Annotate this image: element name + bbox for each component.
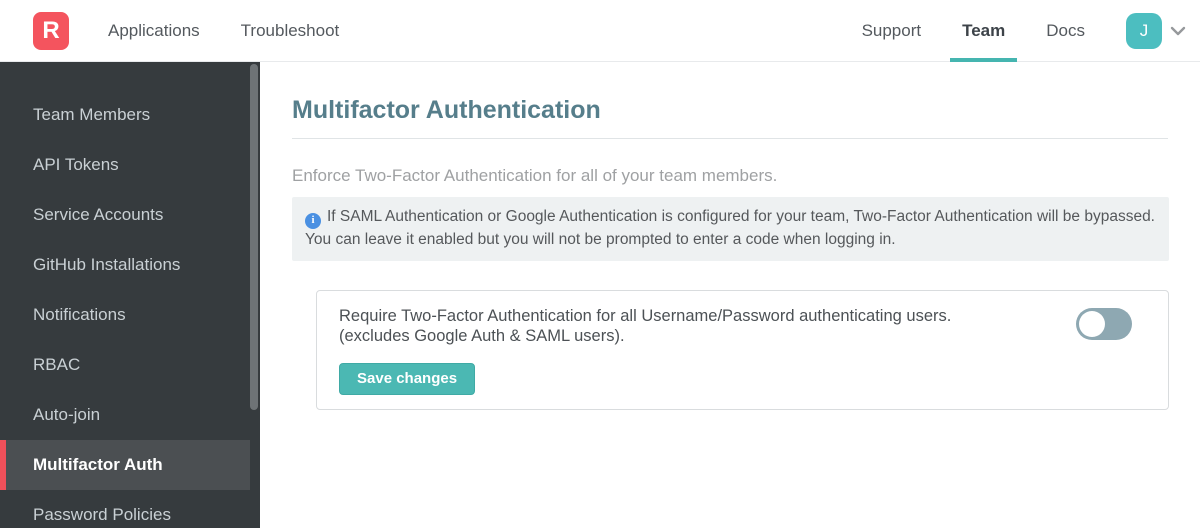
nav-item-applications[interactable]: Applications bbox=[108, 0, 200, 62]
info-icon: i bbox=[305, 212, 321, 229]
top-navigation-bar: R Applications Troubleshoot Support Team… bbox=[0, 0, 1200, 62]
sidebar-item-auto-join[interactable]: Auto-join bbox=[0, 390, 250, 440]
setting-label: Require Two-Factor Authentication for al… bbox=[339, 306, 1059, 346]
active-tab-underline bbox=[950, 57, 1018, 62]
sidebar-item-team-members[interactable]: Team Members bbox=[0, 90, 250, 140]
secondary-nav: Support Team Docs bbox=[862, 0, 1085, 62]
sidebar-item-api-tokens[interactable]: API Tokens bbox=[0, 140, 250, 190]
info-banner: i If SAML Authentication or Google Authen… bbox=[292, 196, 1169, 262]
nav-item-docs[interactable]: Docs bbox=[1046, 0, 1085, 62]
nav-item-team[interactable]: Team bbox=[950, 0, 1018, 62]
nav-item-troubleshoot[interactable]: Troubleshoot bbox=[241, 0, 340, 62]
chevron-down-icon[interactable] bbox=[1166, 19, 1190, 43]
setting-label-line2: (excludes Google Auth & SAML users). bbox=[339, 327, 625, 346]
primary-nav: Applications Troubleshoot bbox=[108, 0, 339, 62]
sidebar-item-notifications[interactable]: Notifications bbox=[0, 290, 250, 340]
sidebar-item-github-installations[interactable]: GitHub Installations bbox=[0, 240, 250, 290]
info-banner-text: If SAML Authentication or Google Authent… bbox=[305, 207, 1155, 248]
two-factor-toggle[interactable] bbox=[1076, 308, 1132, 341]
settings-sidebar: Team Members API Tokens Service Accounts… bbox=[0, 62, 260, 528]
page-title: Multifactor Authentication bbox=[292, 96, 601, 124]
sidebar-item-service-accounts[interactable]: Service Accounts bbox=[0, 190, 250, 240]
sidebar-item-password-policies[interactable]: Password Policies bbox=[0, 490, 250, 528]
two-factor-setting-card: Require Two-Factor Authentication for al… bbox=[316, 290, 1169, 411]
nav-item-team-label: Team bbox=[962, 20, 1006, 40]
rollbar-logo[interactable]: R bbox=[33, 11, 69, 50]
title-divider bbox=[292, 137, 1168, 139]
page-description: Enforce Two-Factor Authentication for al… bbox=[292, 165, 778, 185]
nav-item-support[interactable]: Support bbox=[862, 0, 922, 62]
main-content: Multifactor Authentication Enforce Two-F… bbox=[260, 62, 1200, 528]
sidebar-item-multifactor-auth[interactable]: Multifactor Auth bbox=[0, 440, 250, 490]
sidebar-scrollbar[interactable] bbox=[250, 64, 258, 410]
toggle-knob bbox=[1079, 311, 1105, 338]
sidebar-item-rbac[interactable]: RBAC bbox=[0, 340, 250, 390]
save-changes-button[interactable]: Save changes bbox=[339, 363, 476, 396]
user-avatar[interactable]: J bbox=[1126, 12, 1162, 49]
setting-label-line1: Require Two-Factor Authentication for al… bbox=[339, 307, 952, 326]
